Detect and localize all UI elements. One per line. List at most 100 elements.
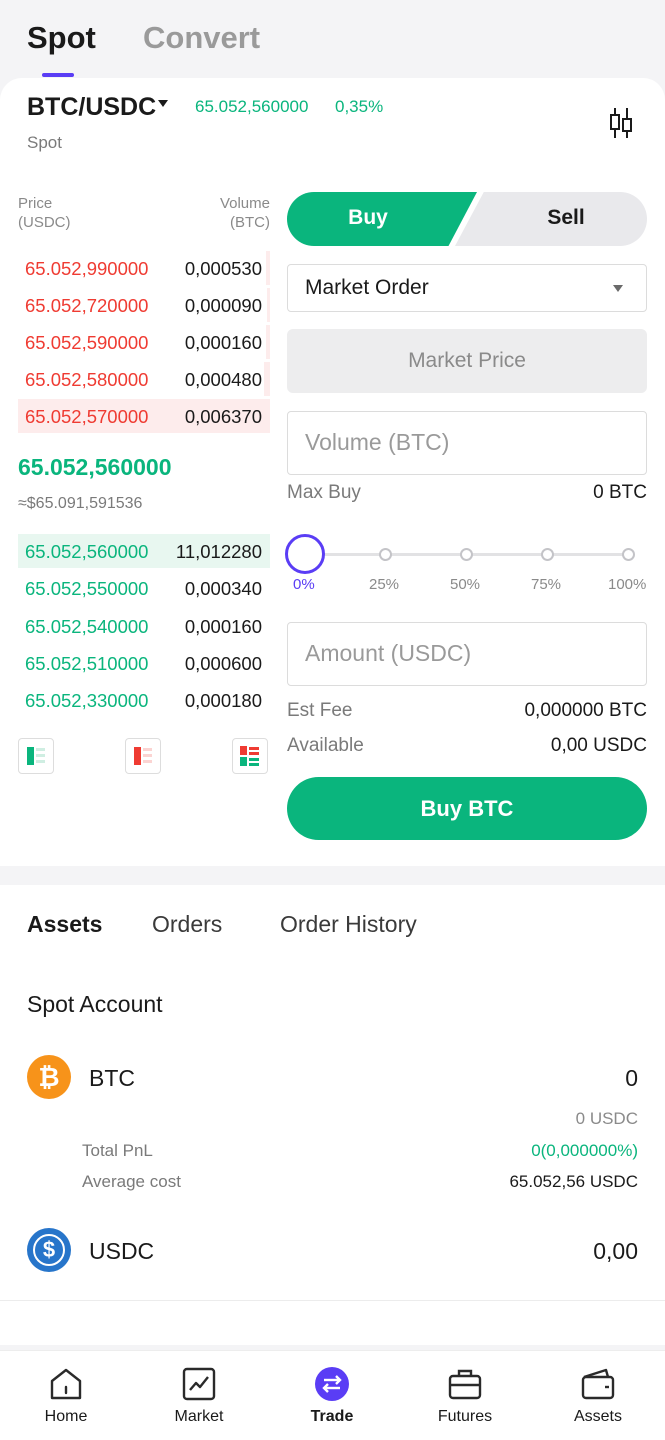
ask-row[interactable]: 65.052,570000 0,006370	[18, 398, 270, 434]
bid-price: 65.052,510000	[25, 653, 149, 674]
total-pnl-label: Total PnL	[82, 1141, 153, 1160]
pair-market-type: Spot	[27, 133, 62, 152]
tab-spot[interactable]: Spot	[27, 20, 96, 56]
spot-account-title: Spot Account	[27, 991, 163, 1017]
buy-tab-label: Buy	[348, 206, 388, 229]
bid-row[interactable]: 65.052,330000 0,000180	[18, 682, 270, 718]
chevron-down-icon	[613, 285, 623, 292]
pair-selector[interactable]: BTC/USDC	[27, 93, 156, 122]
ask-row[interactable]: 65.052,580000 0,000480	[18, 361, 270, 397]
ask-price: 65.052,720000	[25, 295, 149, 316]
pair-change: 0,35%	[335, 97, 384, 116]
slider-label-75: 75%	[531, 576, 562, 593]
slider-step-100[interactable]	[622, 548, 635, 561]
ask-row[interactable]: 65.052,990000 0,000530	[18, 250, 270, 286]
bid-volume: 11,012280	[175, 541, 262, 562]
nav-label: Assets	[573, 1408, 622, 1425]
bid-volume: 0,000180	[184, 690, 262, 711]
ask-volume: 0,000090	[184, 295, 262, 316]
total-pnl-value: 0(0,000000%)	[531, 1141, 638, 1160]
order-type-select[interactable]: Market Order	[287, 264, 647, 312]
nav-market[interactable]: Market	[149, 1365, 249, 1426]
nav-futures[interactable]: Futures	[415, 1365, 515, 1426]
bid-price: 65.052,540000	[25, 616, 149, 637]
bid-row[interactable]: 65.052,540000 0,000160	[18, 608, 270, 644]
usdc-icon: $	[27, 1228, 71, 1272]
price-header-label: Price	[18, 195, 53, 212]
bid-row[interactable]: 65.052,550000 0,000340	[18, 570, 270, 606]
nav-assets[interactable]: Assets	[548, 1365, 648, 1426]
nav-label: Futures	[437, 1408, 493, 1425]
amount-input[interactable]: Amount (USDC)	[287, 622, 647, 686]
candlestick-chart-icon[interactable]	[606, 106, 636, 140]
available-label: Available	[287, 735, 364, 756]
briefcase-icon	[448, 1369, 482, 1400]
volume-placeholder: Volume (BTC)	[305, 429, 450, 455]
slider-step-50[interactable]	[460, 548, 473, 561]
top-tabs: Spot Convert	[0, 0, 665, 78]
bid-price: 65.052,560000	[25, 541, 149, 562]
buy-btc-button[interactable]: Buy BTC	[287, 777, 647, 840]
ask-row[interactable]: 65.052,590000 0,000160	[18, 324, 270, 360]
slider-label-0: 0%	[293, 576, 315, 593]
depth-both-button[interactable]	[232, 738, 268, 774]
home-icon	[50, 1368, 82, 1400]
bid-row[interactable]: 65.052,510000 0,000600	[18, 645, 270, 681]
ask-volume: 0,000480	[184, 369, 262, 390]
average-cost-value: 65.052,56 USDC	[509, 1172, 638, 1191]
divider	[0, 1300, 665, 1301]
sell-tab-label: Sell	[547, 206, 585, 229]
average-cost-label: Average cost	[82, 1172, 181, 1191]
bottom-nav: Home Market Trade Futures Assets	[0, 1350, 665, 1440]
usdc-amount: 0,00	[593, 1238, 638, 1264]
wallet-icon	[581, 1368, 615, 1400]
slider-step-25[interactable]	[379, 548, 392, 561]
ask-volume: 0,000530	[184, 258, 262, 279]
volume-header-label: Volume	[219, 195, 270, 212]
ask-price: 65.052,590000	[25, 332, 149, 353]
market-price-field: Market Price	[287, 329, 647, 393]
nav-trade[interactable]: Trade	[282, 1365, 382, 1426]
last-price-usd: ≈$65.091,591536	[18, 495, 143, 512]
nav-label: Market	[174, 1408, 224, 1425]
percent-slider-handle[interactable]	[285, 534, 325, 574]
order-type-value: Market Order	[305, 276, 429, 299]
price-header-unit: (USDC)	[18, 214, 71, 231]
bid-row[interactable]: 65.052,560000 11,012280	[18, 533, 270, 569]
assets-panel: Assets Orders Order History Spot Account…	[0, 885, 665, 1345]
bitcoin-icon: ₿	[27, 1055, 71, 1099]
tab-orders[interactable]: Orders	[152, 911, 222, 938]
market-chart-icon	[182, 1367, 216, 1401]
trade-swap-icon	[315, 1367, 349, 1401]
bid-volume: 0,000600	[184, 653, 262, 674]
bid-price: 65.052,330000	[25, 690, 149, 711]
bids-depth-icon	[27, 747, 45, 765]
ask-volume: 0,006370	[184, 406, 262, 427]
nav-label: Trade	[310, 1408, 354, 1425]
nav-label: Home	[44, 1408, 88, 1425]
tab-assets[interactable]: Assets	[27, 911, 102, 938]
depth-asks-only-button[interactable]	[125, 738, 161, 774]
tab-convert[interactable]: Convert	[143, 20, 260, 56]
depth-bids-only-button[interactable]	[18, 738, 54, 774]
orderbook-price-header: Price (USDC)	[18, 194, 71, 232]
tab-order-history[interactable]: Order History	[280, 911, 417, 938]
slider-step-75[interactable]	[541, 548, 554, 561]
est-fee-label: Est Fee	[287, 700, 353, 721]
btc-name: BTC	[89, 1065, 135, 1091]
asks-depth-icon	[134, 747, 152, 765]
volume-input[interactable]: Volume (BTC)	[287, 411, 647, 475]
btc-usdc-value: 0 USDC	[575, 1109, 638, 1128]
usdc-name: USDC	[89, 1238, 155, 1264]
est-fee-value: 0,000000 BTC	[524, 700, 647, 721]
amount-placeholder: Amount (USDC)	[305, 640, 472, 666]
chevron-down-icon[interactable]	[158, 100, 168, 107]
ask-row[interactable]: 65.052,720000 0,000090	[18, 287, 270, 323]
pair-price: 65.052,560000	[195, 97, 309, 116]
ask-price: 65.052,570000	[25, 406, 149, 427]
ask-volume: 0,000160	[184, 332, 262, 353]
slider-label-50: 50%	[450, 576, 481, 593]
bitcoin-symbol: ₿	[38, 1062, 60, 1092]
nav-home[interactable]: Home	[16, 1365, 116, 1426]
last-price: 65.052,560000	[18, 454, 172, 480]
